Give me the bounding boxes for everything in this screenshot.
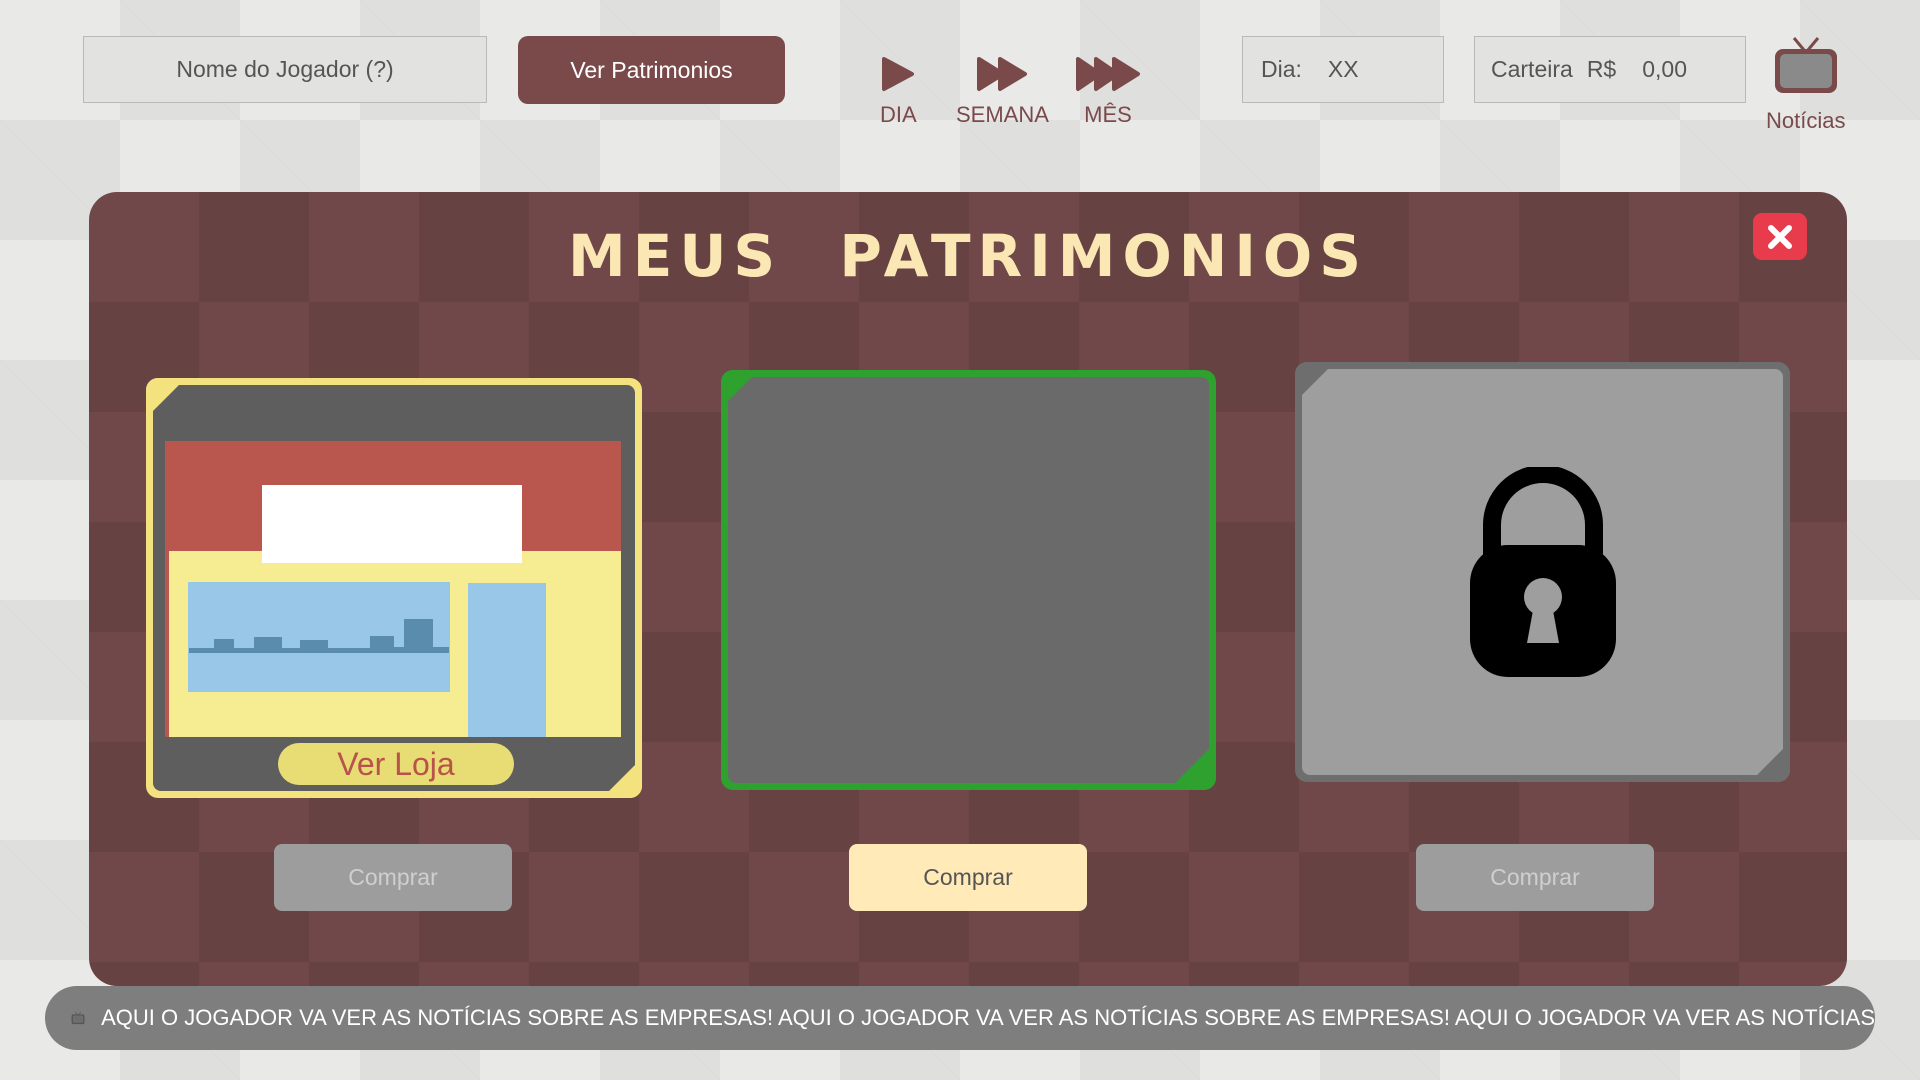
player-name-field[interactable]: Nome do Jogador (?) — [83, 36, 487, 103]
card-corner-decoration — [1750, 742, 1790, 782]
patrimonios-modal: MEUS PATRIMONIOS Ver Loja Comprar Compra… — [89, 192, 1847, 986]
play-icon — [882, 57, 915, 91]
card-corner-decoration — [602, 758, 642, 798]
day-display: Dia: XX — [1242, 36, 1444, 103]
speed-month-label: MÊS — [1084, 102, 1132, 127]
tv-icon — [71, 1011, 85, 1025]
fast-forward-icon — [977, 57, 1028, 91]
speed-week-label: SEMANA — [956, 102, 1049, 127]
buy-button-locked[interactable]: Comprar — [1416, 844, 1654, 911]
speed-month-button[interactable]: MÊS — [1075, 56, 1141, 128]
patrimonio-card-store[interactable]: Ver Loja — [146, 378, 642, 798]
news-label: Notícias — [1766, 108, 1846, 133]
close-button[interactable] — [1753, 213, 1807, 260]
store-icon — [165, 441, 621, 737]
patrimonio-card-locked — [1295, 362, 1790, 782]
speed-week-button[interactable]: SEMANA — [956, 56, 1049, 128]
buy-button-store[interactable]: Comprar — [274, 844, 512, 911]
card-corner-decoration — [146, 378, 186, 418]
speed-day-label: DIA — [880, 102, 917, 127]
news-button[interactable]: Notícias — [1766, 34, 1845, 134]
wallet-display: Carteira R$ 0,00 — [1474, 36, 1746, 103]
modal-title: MEUS PATRIMONIOS — [568, 222, 1368, 290]
player-name-label: Nome do Jogador (?) — [176, 56, 394, 82]
card-corner-decoration — [1168, 742, 1216, 790]
triple-forward-icon — [1076, 57, 1140, 91]
close-icon — [1768, 224, 1792, 249]
tv-icon — [1774, 37, 1837, 93]
wallet-label: Carteira — [1491, 56, 1573, 82]
card-corner-decoration — [1295, 362, 1335, 402]
view-patrimonios-button[interactable]: Ver Patrimonios — [518, 36, 785, 104]
patrimonio-card-available[interactable] — [721, 370, 1216, 790]
day-value: XX — [1327, 56, 1359, 82]
wallet-value: 0,00 — [1642, 56, 1687, 82]
buy-button-available[interactable]: Comprar — [849, 844, 1087, 911]
speed-day-button[interactable]: DIA — [880, 56, 917, 128]
view-store-button[interactable]: Ver Loja — [278, 743, 514, 785]
lock-icon — [1469, 467, 1616, 677]
card-corner-decoration — [721, 370, 759, 408]
wallet-currency: R$ — [1586, 56, 1617, 82]
ticker-text: AQUI O JOGADOR VA VER AS NOTÍCIAS SOBRE … — [101, 1005, 1875, 1030]
news-ticker: AQUI O JOGADOR VA VER AS NOTÍCIAS SOBRE … — [45, 986, 1875, 1050]
day-label: Dia: — [1261, 56, 1302, 82]
